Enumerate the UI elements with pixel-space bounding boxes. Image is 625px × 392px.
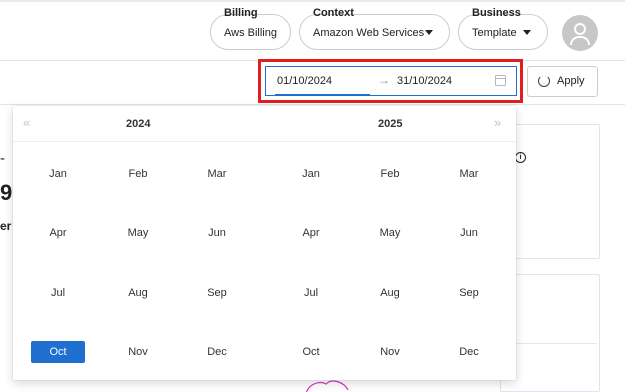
month-cell-right-feb[interactable]: Feb — [363, 163, 417, 185]
billing-selector[interactable]: Billing Aws Billing — [210, 5, 291, 53]
month-cell-left-jul[interactable]: Jul — [31, 282, 85, 304]
month-cell-left-oct[interactable]: Oct — [31, 341, 85, 363]
month-cell-right-nov[interactable]: Nov — [363, 341, 417, 363]
month-cell-left-nov[interactable]: Nov — [111, 341, 165, 363]
user-icon — [574, 23, 586, 35]
chevron-down-icon[interactable] — [425, 30, 433, 35]
month-cell-right-jun[interactable]: Jun — [442, 222, 496, 244]
month-cell-left-may[interactable]: May — [111, 222, 165, 244]
business-caption: Business — [472, 7, 521, 19]
billing-value[interactable]: Aws Billing — [224, 27, 277, 39]
month-cell-left-jun[interactable]: Jun — [190, 222, 244, 244]
month-cell-left-sep[interactable]: Sep — [190, 282, 244, 304]
month-cell-right-jan[interactable]: Jan — [284, 163, 338, 185]
top-header: Billing Aws Billing Context Amazon Web S… — [0, 0, 625, 61]
background-value-fragment: 9 — [0, 180, 12, 205]
month-cell-left-apr[interactable]: Apr — [31, 222, 85, 244]
month-cell-right-sep[interactable]: Sep — [442, 282, 496, 304]
header-rule — [0, 0, 625, 2]
month-cell-right-dec[interactable]: Dec — [442, 341, 496, 363]
month-cell-left-feb[interactable]: Feb — [111, 163, 165, 185]
info-icon[interactable]: i — [515, 152, 526, 163]
next-year-button[interactable]: » — [494, 116, 501, 130]
business-value[interactable]: Template — [472, 27, 517, 39]
month-cell-right-apr[interactable]: Apr — [284, 222, 338, 244]
billing-caption: Billing — [224, 7, 258, 19]
month-cell-right-mar[interactable]: Mar — [442, 163, 496, 185]
month-cell-right-oct[interactable]: Oct — [284, 341, 338, 363]
background-label-fragment: er — [0, 219, 12, 233]
context-caption: Context — [313, 7, 354, 19]
card-divider — [511, 343, 597, 344]
month-cell-left-aug[interactable]: Aug — [111, 282, 165, 304]
month-cell-left-mar[interactable]: Mar — [190, 163, 244, 185]
month-cell-left-jan[interactable]: Jan — [31, 163, 85, 185]
user-icon-body — [570, 36, 590, 45]
apply-button-label: Apply — [557, 75, 585, 87]
chevron-down-icon[interactable] — [523, 30, 531, 35]
year-label-left[interactable]: 2024 — [126, 118, 150, 130]
month-cell-right-may[interactable]: May — [363, 222, 417, 244]
background-text-fragment: - — [0, 150, 5, 167]
business-selector[interactable]: Business Template — [458, 5, 548, 53]
month-cell-right-aug[interactable]: Aug — [363, 282, 417, 304]
month-cell-right-jul[interactable]: Jul — [284, 282, 338, 304]
prev-year-button[interactable]: « — [23, 116, 30, 130]
year-label-right[interactable]: 2025 — [378, 118, 402, 130]
apply-button[interactable]: Apply — [527, 66, 598, 97]
annotation-highlight-frame — [258, 59, 523, 103]
refresh-icon — [538, 75, 550, 87]
month-picker-popup: « 2024 2025 » Jan Feb Mar Apr May Jun Jul Aug Se… — [13, 106, 516, 380]
month-picker-header: « 2024 2025 » — [13, 106, 516, 142]
context-selector[interactable]: Context Amazon Web Services — [299, 5, 450, 53]
month-cell-left-dec[interactable]: Dec — [190, 341, 244, 363]
context-value[interactable]: Amazon Web Services — [313, 27, 424, 39]
avatar[interactable] — [562, 15, 598, 51]
